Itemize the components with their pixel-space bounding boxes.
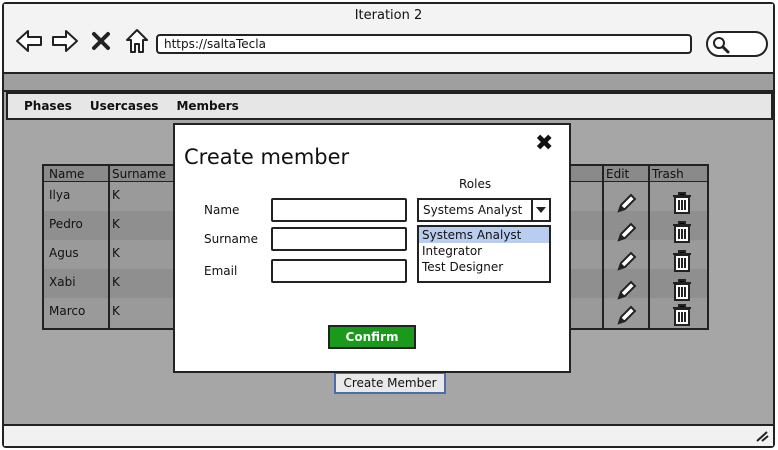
header-surname: Surname — [112, 167, 166, 181]
window-title: Iteration 2 — [354, 8, 423, 23]
pencil-icon[interactable] — [616, 192, 638, 214]
column-divider — [602, 166, 604, 328]
trash-icon[interactable] — [672, 250, 692, 272]
row-surname: K — [112, 188, 120, 202]
confirm-button[interactable]: Confirm — [328, 325, 416, 349]
pencil-icon[interactable] — [616, 250, 638, 272]
trash-icon[interactable] — [672, 279, 692, 301]
resize-grip-icon[interactable] — [755, 430, 769, 442]
email-label: Email — [204, 264, 238, 278]
trash-icon[interactable] — [672, 221, 692, 243]
row-surname: K — [112, 304, 120, 318]
menu-item-usercases[interactable]: Usercases — [90, 99, 159, 113]
role-option-test-designer[interactable]: Test Designer — [419, 259, 549, 275]
back-arrow-icon[interactable] — [14, 26, 44, 56]
home-icon[interactable] — [122, 26, 152, 56]
row-name: Xabi — [49, 275, 76, 289]
roles-selected-value: Systems Analyst — [423, 203, 523, 217]
pencil-icon[interactable] — [616, 279, 638, 301]
main-menu: Phases Usercases Members — [6, 92, 773, 120]
roles-select[interactable]: Systems Analyst — [417, 198, 551, 222]
menu-item-phases[interactable]: Phases — [24, 99, 72, 113]
name-field[interactable] — [271, 198, 407, 222]
role-option-systems-analyst[interactable]: Systems Analyst — [419, 227, 549, 243]
close-icon[interactable]: ✖ — [535, 131, 553, 156]
menu-item-members[interactable]: Members — [176, 99, 238, 113]
create-member-dialog: Create member ✖ Name Surname Email Roles… — [173, 123, 571, 373]
dialog-title: Create member — [184, 145, 350, 169]
browser-titlebar: Iteration 2 https://saltaTecla — [4, 4, 773, 74]
role-option-integrator[interactable]: Integrator — [419, 243, 549, 259]
search-box[interactable] — [706, 31, 768, 57]
header-edit: Edit — [606, 167, 630, 181]
trash-icon[interactable] — [672, 304, 692, 326]
roles-label: Roles — [459, 177, 492, 191]
forward-arrow-icon[interactable] — [50, 26, 80, 56]
column-divider — [108, 166, 110, 328]
pencil-icon[interactable] — [616, 221, 638, 243]
row-surname: K — [112, 246, 120, 260]
nav-icons — [14, 26, 152, 56]
name-label: Name — [204, 203, 240, 217]
row-name: Agus — [49, 246, 79, 260]
url-bar[interactable]: https://saltaTecla — [156, 34, 692, 54]
surname-field[interactable] — [271, 227, 407, 251]
search-icon — [713, 37, 730, 54]
header-name: Name — [49, 167, 85, 181]
header-trash: Trash — [652, 167, 684, 181]
row-name: Pedro — [49, 217, 83, 231]
row-name: Marco — [49, 304, 86, 318]
create-member-button[interactable]: Create Member — [334, 372, 446, 394]
chevron-down-icon[interactable] — [531, 200, 549, 220]
column-divider — [648, 166, 650, 328]
row-surname: K — [112, 217, 120, 231]
row-surname: K — [112, 275, 120, 289]
surname-label: Surname — [204, 232, 258, 246]
row-name: Ilya — [49, 188, 71, 202]
top-strip — [4, 74, 773, 92]
status-bar — [4, 424, 773, 446]
email-field[interactable] — [271, 259, 407, 283]
trash-icon[interactable] — [672, 192, 692, 214]
pencil-icon[interactable] — [616, 304, 638, 326]
close-x-icon[interactable] — [86, 26, 116, 56]
roles-dropdown-list: Systems Analyst Integrator Test Designer — [417, 225, 551, 283]
